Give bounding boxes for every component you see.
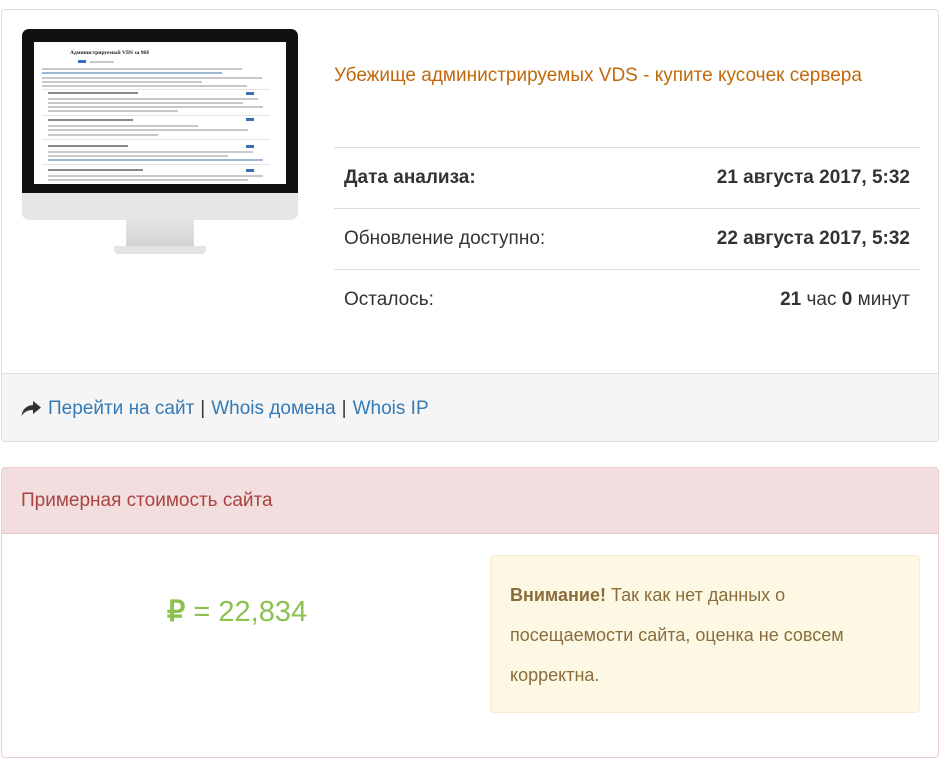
screenshot-line [48, 129, 248, 131]
screenshot-line [42, 68, 242, 70]
estimated-price: ₽ = 22,834 [2, 594, 472, 629]
screenshot-line [48, 125, 198, 127]
whois-ip-link[interactable]: Whois IP [353, 398, 429, 420]
share-arrow-icon [21, 401, 41, 416]
update-available-label: Обновление доступно: [344, 228, 546, 249]
screenshot-line [48, 155, 228, 157]
screenshot-separator [42, 139, 270, 140]
screenshot-chip [246, 169, 254, 172]
screenshot-chip [246, 145, 254, 148]
screenshot-line [42, 72, 222, 74]
monitor-screen: Администрируемый VDS за 96$ [34, 42, 286, 184]
site-screenshot-thumbnail: Администрируемый VDS за 96$ [22, 29, 298, 259]
screenshot-line [90, 61, 114, 63]
info-row-update-available: Обновление доступно: 22 августа 2017, 5:… [334, 208, 920, 269]
screenshot-chip [246, 92, 254, 95]
screenshot-line [42, 81, 202, 83]
monitor-bezel: Администрируемый VDS за 96$ [22, 29, 298, 193]
monitor-stand [126, 220, 194, 248]
screenshot-line [48, 179, 248, 181]
site-cost-panel: Примерная стоимость сайта ₽ = 22,834 Вни… [1, 467, 939, 758]
screenshot-separator [42, 115, 270, 116]
screenshot-line [48, 110, 178, 112]
screenshot-line [48, 119, 133, 121]
warning-title: Внимание! [510, 585, 606, 605]
site-cost-heading: Примерная стоимость сайта [2, 468, 938, 534]
screenshot-line [48, 159, 263, 161]
info-row-analysis-date: Дата анализа: 21 августа 2017, 5:32 [334, 147, 920, 208]
hours-unit: час [806, 289, 837, 310]
whois-domain-link[interactable]: Whois домена [211, 398, 335, 420]
site-info-panel: Администрируемый VDS за 96$ Убежище адми… [1, 9, 939, 442]
screenshot-line [48, 106, 263, 108]
info-row-time-remaining: Осталось: 21 час 0 минут [334, 269, 920, 330]
site-links: Перейти на сайт | Whois домена | Whois I… [20, 398, 429, 420]
monitor-base [114, 246, 206, 254]
screenshot-line [48, 134, 158, 136]
remaining-minutes: 0 [841, 289, 853, 310]
screenshot-line [48, 175, 263, 177]
update-available-value: 22 августа 2017, 5:32 [716, 228, 910, 249]
screenshot-line [48, 102, 243, 104]
screenshot-line [42, 85, 247, 87]
analysis-info-table: Дата анализа: 21 августа 2017, 5:32 Обно… [334, 147, 920, 330]
screenshot-separator [42, 164, 270, 165]
analysis-date-value: 21 августа 2017, 5:32 [716, 167, 910, 188]
screenshot-chip [78, 60, 86, 63]
site-cost-title: Примерная стоимость сайта [21, 490, 273, 511]
ruble-sign-icon: ₽ [166, 596, 186, 628]
accuracy-warning: Внимание! Так как нет данных о посещаемо… [490, 555, 920, 713]
screenshot-separator [42, 89, 270, 90]
screenshot-line [48, 169, 143, 171]
minutes-unit: минут [857, 289, 910, 310]
site-links-footer: Перейти на сайт | Whois домена | Whois I… [2, 373, 938, 441]
screenshot-line [48, 151, 253, 153]
link-separator: | [200, 398, 206, 419]
screenshot-chip [246, 118, 254, 121]
remaining-hours: 21 [780, 289, 802, 310]
screenshot-line [42, 77, 262, 79]
go-to-site-link[interactable]: Перейти на сайт [48, 398, 194, 420]
screenshot-line [48, 92, 138, 94]
price-equals: = [193, 596, 211, 628]
screenshot-line [48, 145, 128, 147]
analysis-date-label: Дата анализа: [344, 167, 476, 188]
screenshot-heading: Администрируемый VDS за 96$ [70, 50, 150, 56]
site-title: Убежище администрируемых VDS - купите ку… [334, 65, 862, 86]
screenshot-line [48, 98, 258, 100]
price-amount: 22,834 [218, 596, 308, 628]
time-remaining-value: 21 час 0 минут [780, 289, 910, 311]
time-remaining-label: Осталось: [344, 289, 434, 310]
link-separator: | [341, 398, 347, 419]
